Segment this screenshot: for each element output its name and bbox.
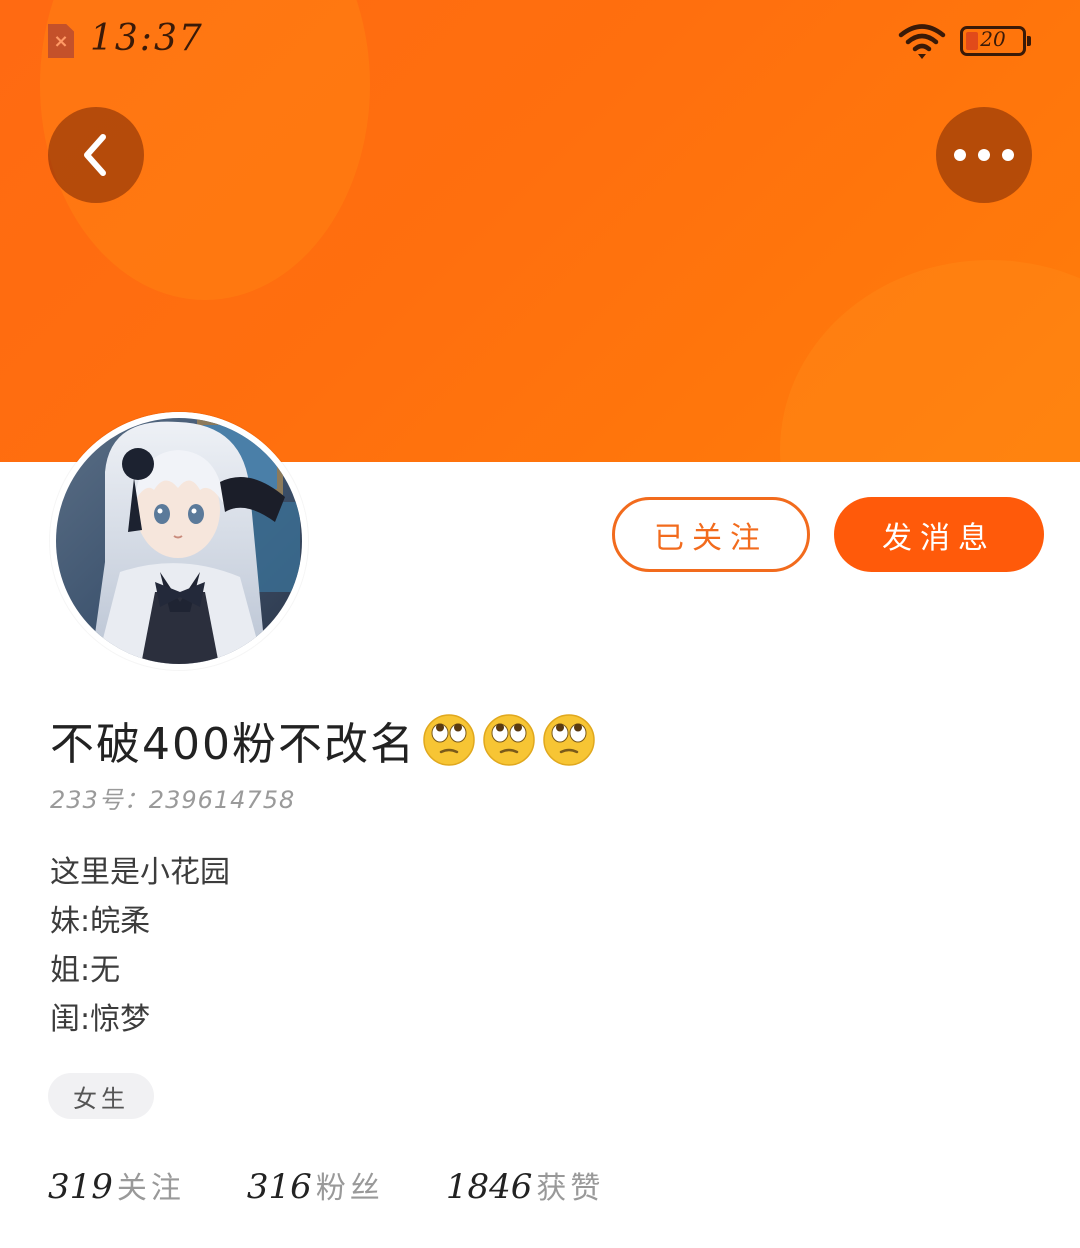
bio-line: 姐:无 [50, 953, 121, 988]
stat-value: 1846 [445, 1167, 533, 1207]
stat-label: 粉丝 [315, 1171, 384, 1206]
more-options-button[interactable] [936, 107, 1032, 203]
gender-tag: 女生 [48, 1073, 154, 1119]
bio-line: 这里是小花园 [50, 855, 230, 890]
eye-roll-emoji-icon [483, 714, 535, 766]
avatar[interactable] [50, 412, 308, 670]
stat-following[interactable]: 319 关注 [48, 1163, 185, 1207]
stats-row: 319 关注 316 粉丝 1846 获赞 [48, 1163, 666, 1207]
status-time: 13:37 [90, 18, 204, 59]
eye-roll-emoji-icon [423, 714, 475, 766]
status-bar: × 13:37 20 [0, 0, 1080, 80]
stat-label: 获赞 [536, 1171, 605, 1206]
battery-level: 20 [980, 27, 1006, 51]
username-row: 不破400粉不改名 [50, 708, 596, 772]
more-horizontal-icon [954, 149, 1014, 161]
bio: 这里是小花园 妹:皖柔 姐:无 闺:惊梦 [50, 848, 230, 1044]
chevron-left-icon [84, 134, 106, 176]
eye-roll-emoji-icon [543, 714, 595, 766]
send-message-button[interactable]: 发消息 [834, 497, 1044, 572]
avatar-image [50, 412, 308, 670]
stat-value: 319 [48, 1167, 113, 1207]
bio-line: 闺:惊梦 [50, 1002, 151, 1037]
wifi-icon [898, 24, 946, 59]
stat-label: 关注 [116, 1171, 185, 1206]
followed-button[interactable]: 已关注 [612, 497, 810, 572]
banner-decoration [780, 260, 1080, 462]
username: 不破400粉不改名 [50, 719, 416, 770]
profile-page: × 13:37 20 已关注 发消息 不破400粉不改名 233号：239614… [0, 0, 1080, 1248]
battery-icon: 20 [960, 26, 1031, 56]
no-sim-icon: × [48, 24, 74, 58]
stat-followers[interactable]: 316 粉丝 [247, 1163, 384, 1207]
back-button[interactable] [48, 107, 144, 203]
bio-line: 妹:皖柔 [50, 904, 151, 939]
stat-likes[interactable]: 1846 获赞 [446, 1163, 605, 1207]
user-id: 233号：239614758 [50, 786, 296, 814]
stat-value: 316 [246, 1167, 312, 1207]
